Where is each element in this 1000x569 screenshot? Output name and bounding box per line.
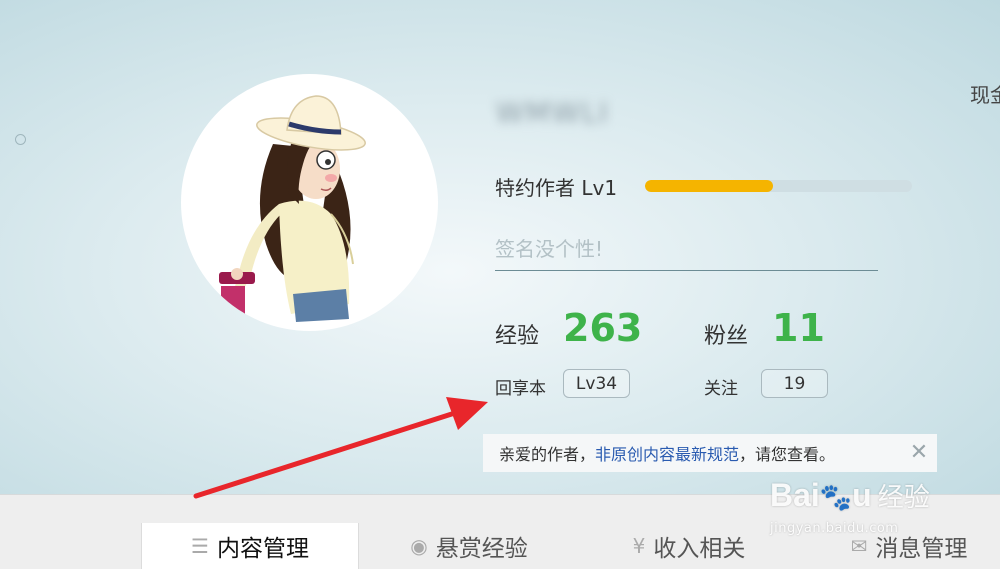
tab-label: 悬赏经验	[435, 536, 528, 562]
level-progress-bar	[645, 180, 912, 192]
username: WMWLI	[496, 96, 610, 129]
follow-label: 关注	[704, 379, 738, 399]
watermark-cn: 经验	[877, 483, 930, 513]
list-icon: ☰	[191, 534, 209, 558]
avatar-illustration	[219, 95, 366, 326]
profile-header: 现金 WM	[0, 0, 1000, 494]
watermark-url: jingyan.baidu.com	[770, 521, 899, 536]
experience-label: 经验	[495, 324, 540, 349]
watermark-brand-suffix: u	[852, 477, 872, 513]
tab-content-management[interactable]: ☰ 内容管理	[141, 523, 359, 569]
notice-banner: 亲爱的作者， 非原创内容最新规范 ，请您查看。 ✕	[483, 434, 937, 472]
huixiangben-level-badge[interactable]: Lv34	[563, 369, 630, 398]
huixiangben-label: 回享本	[495, 379, 546, 399]
notice-prefix: 亲爱的作者，	[499, 445, 596, 464]
yen-icon: ¥	[632, 534, 646, 558]
author-level-label: 特约作者 Lv1	[495, 176, 618, 200]
tab-income[interactable]: ¥ 收入相关	[580, 523, 798, 569]
notice-suffix: ，请您查看。	[739, 445, 836, 464]
tab-label: 收入相关	[653, 536, 746, 562]
avatar[interactable]	[181, 74, 438, 331]
signature-input[interactable]	[495, 228, 878, 271]
top-right-link[interactable]: 现金	[970, 79, 1000, 108]
follow-count-badge[interactable]: 19	[761, 369, 828, 398]
tab-reward-experience[interactable]: ◉ 悬赏经验	[360, 523, 578, 569]
notice-link[interactable]: 非原创内容最新规范	[595, 441, 739, 465]
baidu-jingyan-watermark: Bai🐾u 经验 jingyan.baidu.com	[770, 477, 1000, 547]
reward-icon: ◉	[410, 534, 428, 558]
level-progress-fill	[645, 180, 774, 192]
carousel-dot[interactable]	[15, 134, 26, 145]
fans-label: 粉丝	[704, 324, 749, 349]
tab-label: 内容管理	[216, 536, 309, 562]
fans-value[interactable]: 11	[772, 306, 825, 350]
paw-icon: 🐾	[819, 483, 853, 513]
close-icon[interactable]: ✕	[907, 440, 931, 466]
watermark-brand: Bai	[770, 477, 820, 513]
experience-value[interactable]: 263	[563, 306, 642, 350]
